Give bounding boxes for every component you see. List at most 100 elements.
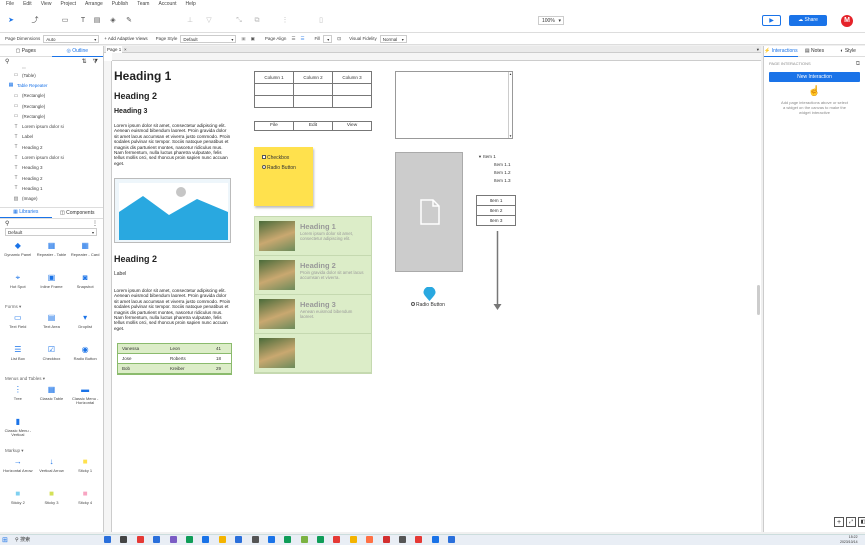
radio-button-widget[interactable]: Radio Button — [411, 302, 445, 308]
taskbar-app-icon[interactable] — [399, 536, 407, 543]
menu-edit[interactable]: Edit — [23, 1, 32, 7]
connector-icon[interactable]: ⤴ — [30, 16, 40, 25]
table-cell[interactable] — [293, 95, 333, 108]
menu-help[interactable]: Help — [186, 1, 196, 7]
outline-item[interactable]: ▭ (Table) — [0, 70, 103, 80]
taskbar-app-icon[interactable] — [104, 536, 111, 543]
outline-item[interactable]: ▦ Table Repeater — [0, 80, 103, 90]
library-widget-droplist[interactable]: ▾ Droplist — [68, 311, 102, 343]
table-row[interactable]: Bob Kreiber 29 — [118, 364, 231, 374]
taskbar-app-icon[interactable] — [202, 536, 210, 543]
heading-1[interactable]: Heading 1 — [114, 69, 171, 83]
inline-frame[interactable]: ▲ ▼ — [395, 71, 513, 139]
vmenu-item-3[interactable]: Item 3 — [476, 215, 516, 226]
tab-components[interactable]: ◫ Components — [52, 208, 104, 218]
library-search-icon[interactable]: ⚲ — [5, 220, 9, 227]
tabs-dropdown-icon[interactable]: ▾ — [757, 46, 759, 53]
library-widget-grid[interactable]: ▦ Repeater - Card — [68, 239, 102, 271]
collapse-icon[interactable]: ◧ — [858, 517, 865, 527]
canvas-scrollbar[interactable] — [757, 285, 760, 315]
distribute-icon[interactable]: ▽ — [204, 16, 214, 25]
menu-button-file[interactable]: File — [255, 122, 294, 130]
library-widget-radio[interactable]: ◉ Radio Button — [68, 343, 102, 375]
tree-item[interactable]: Item 1.2 — [478, 169, 511, 177]
tab-outline[interactable]: ◎ Outline — [51, 46, 103, 57]
list-item[interactable] — [255, 334, 371, 373]
classic-table[interactable]: Column 1 Column 2 Column 3 — [254, 71, 372, 108]
taskbar-app-icon[interactable] — [120, 536, 128, 543]
library-widget-grid[interactable]: ▦ Repeater - Table — [35, 239, 69, 271]
taskbar-app-icon[interactable] — [448, 536, 456, 543]
avatar[interactable]: M — [841, 15, 853, 27]
taskbar-app-icon[interactable] — [349, 536, 357, 543]
library-widget-arrow-h[interactable]: → Horizontal Arrow — [1, 455, 35, 487]
align-center-icon[interactable]: ☰ — [300, 36, 304, 42]
forms-section-label[interactable]: Forms ▾ — [0, 303, 103, 311]
library-widget-field[interactable]: ▭ Text Field — [1, 311, 35, 343]
library-widget-table[interactable]: ▦ Classic Table — [35, 383, 69, 415]
table-cell[interactable] — [332, 83, 372, 96]
tree-widget[interactable]: ▼ Item 1 Item 1.1 Item 1.2 Item 1.3 — [478, 153, 511, 185]
text-icon[interactable]: T — [78, 16, 88, 25]
vertical-arrow[interactable] — [493, 231, 503, 313]
tab-interactions[interactable]: ⚡ Interactions — [764, 46, 798, 57]
taskbar-app-icon[interactable] — [317, 536, 325, 543]
table-header-3[interactable]: Column 3 — [332, 71, 372, 84]
scrollbar[interactable]: ▲ ▼ — [508, 72, 512, 138]
outline-item[interactable]: ▨ (Image) — [0, 194, 103, 204]
image-icon[interactable]: ▤ — [92, 16, 102, 25]
taskbar-app-icon[interactable] — [382, 536, 390, 543]
sticky-radio[interactable]: Radio Button — [262, 163, 313, 173]
align-left-icon[interactable]: ☰ — [291, 36, 295, 42]
menus-section-label[interactable]: Menus and Tables ▾ — [0, 375, 103, 383]
tab-notes[interactable]: ▤ Notes — [798, 46, 832, 56]
table-cell[interactable] — [254, 83, 294, 96]
library-widget-area[interactable]: ▤ Text Area — [35, 311, 69, 343]
page-dimensions-select[interactable]: Auto — [43, 34, 100, 43]
taskbar-search[interactable]: ⚲ 搜索 — [15, 536, 95, 544]
outline-item[interactable]: T Lorem ipsum dolor si — [0, 121, 103, 131]
list-item[interactable]: Heading 2 Proin gravida dolor sit amet la… — [255, 256, 371, 295]
preview-size-icon[interactable]: ▯ — [316, 16, 326, 25]
menu-button-view[interactable]: View — [333, 122, 371, 130]
taskbar-app-icon[interactable] — [284, 536, 292, 543]
menu-view[interactable]: View — [41, 1, 52, 7]
library-select[interactable]: Default — [5, 227, 97, 236]
style-copy-icon[interactable]: ▣ — [251, 36, 255, 42]
group-icon[interactable]: ⧉ — [252, 16, 262, 25]
taskbar-app-icon[interactable] — [136, 536, 144, 543]
heading-3[interactable]: Heading 3 — [114, 108, 147, 115]
search-icon[interactable]: ⚲ — [5, 58, 9, 65]
outline-item[interactable]: T Label — [0, 132, 103, 142]
taskbar-app-icon[interactable] — [300, 536, 308, 543]
list-item[interactable]: Heading 3 Aenean euismod bibendum laoreet… — [255, 295, 371, 334]
menu-file[interactable]: File — [6, 1, 14, 7]
table-cell[interactable] — [293, 83, 333, 96]
fit-icon[interactable]: ⤢ — [846, 517, 856, 527]
taskbar-app-icon[interactable] — [415, 536, 423, 543]
outline-item[interactable]: T Heading 3 — [0, 163, 103, 173]
fill-color-swatch[interactable] — [323, 34, 333, 43]
shape-icon[interactable]: ◈ — [108, 16, 118, 25]
label-text[interactable]: Label — [114, 271, 126, 277]
outline-item[interactable]: ▭ (Rectangle) — [0, 91, 103, 101]
external-link-icon[interactable]: ⧉ — [856, 61, 860, 68]
fill-image-icon[interactable]: ⊡ — [337, 36, 341, 42]
sticky-note[interactable]: Checkbox Radio Button — [254, 147, 313, 206]
table-cell[interactable] — [254, 95, 294, 108]
sticky-checkbox[interactable]: Checkbox — [262, 153, 313, 163]
image-placeholder[interactable] — [114, 178, 231, 243]
library-widget-sticky4[interactable]: ■ Sticky 4 — [68, 487, 102, 519]
library-widget-camera[interactable]: ◙ Snapshot — [68, 271, 102, 303]
zoom-select[interactable]: 100% ▾ — [538, 16, 564, 25]
tab-style[interactable]: ◐ Style — [831, 46, 865, 56]
more-icon[interactable]: ⋮ — [280, 16, 290, 25]
taskbar-app-icon[interactable] — [235, 536, 243, 543]
library-widget-sticky1[interactable]: ■ Sticky 1 — [68, 455, 102, 487]
menu-team[interactable]: Team — [137, 1, 149, 7]
card-repeater[interactable]: Heading 1 Lorem ipsum dolor sit amet, con… — [254, 216, 372, 374]
taskbar-app-icon[interactable] — [218, 536, 226, 543]
outline-item[interactable]: ▭ (Rectangle) — [0, 101, 103, 111]
align-icon[interactable]: ⊥ — [185, 16, 195, 25]
page-style-select[interactable]: Default — [180, 34, 237, 43]
